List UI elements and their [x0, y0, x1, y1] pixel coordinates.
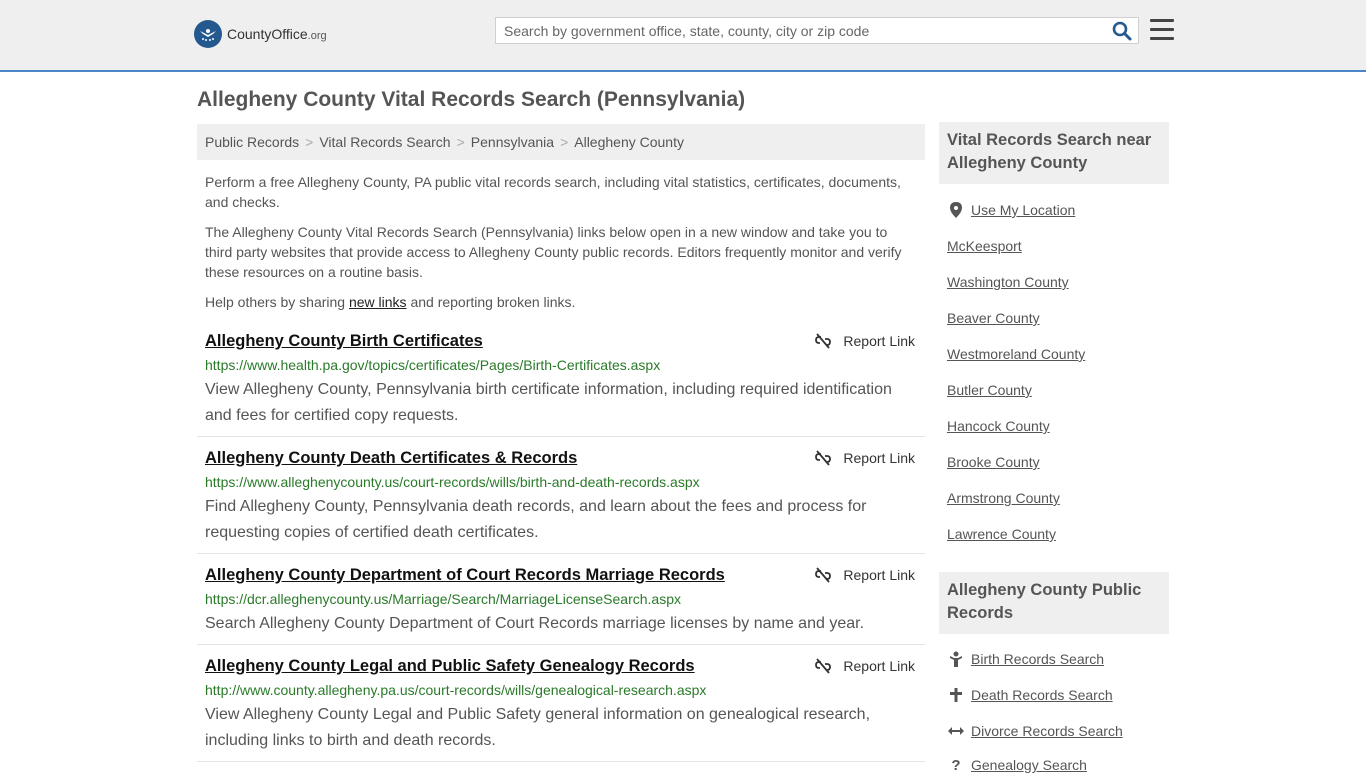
result-url[interactable]: https://www.health.pa.gov/topics/certifi… [205, 357, 660, 373]
result-description: View Allegheny County, Pennsylvania birt… [205, 381, 892, 424]
report-link-button[interactable]: Report Link [815, 567, 915, 583]
result-url[interactable]: https://www.alleghenycounty.us/court-rec… [205, 474, 700, 490]
result-item: Allegheny County Birth Certificates Repo… [197, 332, 925, 437]
public-records-heading: Allegheny County Public Records [939, 572, 1169, 634]
nearby-link-washington-county[interactable]: Washington County [947, 274, 1069, 290]
breadcrumb-separator: > [560, 134, 569, 150]
genealogy-search-link[interactable]: ? Genealogy Search [947, 756, 1087, 774]
hamburger-menu-icon[interactable] [1150, 19, 1174, 41]
birth-records-search-link[interactable]: Birth Records Search [947, 651, 1104, 667]
logo-name: CountyOffice [227, 26, 308, 42]
logo-tld: .org [307, 30, 327, 42]
result-description: Find Allegheny County, Pennsylvania deat… [205, 498, 867, 541]
result-item: Allegheny County Legal and Public Safety… [197, 657, 925, 762]
report-link-button[interactable]: Report Link [815, 450, 915, 466]
intro-paragraph: Perform a free Allegheny County, PA publ… [205, 174, 901, 210]
breadcrumb-separator: > [305, 134, 314, 150]
result-description: Search Allegheny County Department of Co… [205, 615, 865, 632]
breadcrumb-vital-records[interactable]: Vital Records Search [319, 134, 450, 150]
result-url[interactable]: https://dcr.alleghenycounty.us/Marriage/… [205, 591, 681, 607]
nearby-link-beaver-county[interactable]: Beaver County [947, 310, 1040, 326]
broken-link-icon [815, 333, 832, 349]
broken-link-icon [815, 567, 832, 583]
nearby-link-westmoreland-county[interactable]: Westmoreland County [947, 346, 1085, 362]
nearby-link-butler-county[interactable]: Butler County [947, 382, 1032, 398]
site-logo[interactable]: CountyOffice.org [194, 20, 327, 48]
result-item: Allegheny County Death Certificates & Re… [197, 449, 925, 554]
breadcrumb-separator: > [456, 134, 465, 150]
result-title-link[interactable]: Allegheny County Death Certificates & Re… [205, 449, 577, 468]
breadcrumb: Public Records > Vital Records Search > Penn… [197, 124, 925, 160]
broken-link-icon [815, 658, 832, 674]
intro-text: Perform a free Allegheny County, PA publ… [205, 172, 910, 322]
result-url[interactable]: http://www.county.allegheny.pa.us/court-… [205, 682, 706, 698]
baby-icon [947, 651, 965, 667]
result-title-link[interactable]: Allegheny County Birth Certificates [205, 332, 483, 351]
nearby-link-mckeesport[interactable]: McKeesport [947, 238, 1022, 254]
question-icon: ? [951, 756, 961, 774]
nearby-link-lawrence-county[interactable]: Lawrence County [947, 526, 1056, 542]
cross-icon [947, 687, 965, 703]
broken-link-icon [815, 450, 832, 466]
logo-eagle-icon [194, 20, 222, 48]
nearby-heading: Vital Records Search near Allegheny Coun… [939, 122, 1169, 184]
search-input[interactable] [496, 18, 1104, 43]
use-my-location-link[interactable]: Use My Location [947, 202, 1075, 218]
search-icon[interactable] [1112, 21, 1132, 41]
map-pin-icon [947, 202, 965, 218]
site-header: CountyOffice.org [0, 0, 1366, 72]
breadcrumb-public-records[interactable]: Public Records [205, 134, 299, 150]
nearby-link-armstrong-county[interactable]: Armstrong County [947, 490, 1060, 506]
report-link-button[interactable]: Report Link [815, 333, 915, 349]
page-title: Allegheny County Vital Records Search (P… [197, 88, 746, 111]
nearby-link-brooke-county[interactable]: Brooke County [947, 454, 1040, 470]
new-links-link[interactable]: new links [349, 294, 407, 310]
result-description: View Allegheny County Legal and Public S… [205, 706, 871, 749]
intro-paragraph: The Allegheny County Vital Records Searc… [205, 224, 902, 280]
divorce-records-search-link[interactable]: Divorce Records Search [947, 723, 1123, 739]
sharing-note: Help others by sharing new links and rep… [205, 294, 576, 310]
result-title-link[interactable]: Allegheny County Department of Court Rec… [205, 566, 725, 585]
report-link-button[interactable]: Report Link [815, 658, 915, 674]
death-records-search-link[interactable]: Death Records Search [947, 687, 1113, 703]
nearby-link-hancock-county[interactable]: Hancock County [947, 418, 1050, 434]
result-title-link[interactable]: Allegheny County Legal and Public Safety… [205, 657, 695, 676]
search-box [495, 17, 1139, 44]
arrows-icon [947, 723, 965, 739]
breadcrumb-pennsylvania[interactable]: Pennsylvania [471, 134, 554, 150]
breadcrumb-allegheny-county[interactable]: Allegheny County [574, 134, 684, 150]
result-item: Allegheny County Department of Court Rec… [197, 566, 925, 645]
